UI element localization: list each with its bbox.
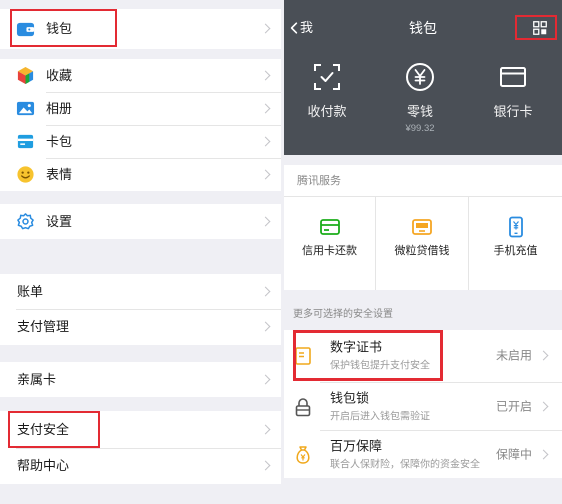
security-settings-list: 数字证书 保护钱包提升支付安全 未启用 钱包锁 开启后进入钱包需验证 已开启 百… [284,330,562,478]
menu-item-wallet[interactable]: 钱包 [0,9,281,49]
mobile-topup-icon [505,216,527,238]
service-label: 手机充值 [493,245,538,257]
wallet-menu-item-bills[interactable]: 账单 [0,274,281,309]
section-heading: 更多可选择的安全设置 [293,309,393,320]
wallet-menu-item-family-card[interactable]: 亲属卡 [0,362,281,397]
bank-card-icon [498,62,528,92]
menu-item-stickers[interactable]: 表情 [0,158,281,191]
tencent-services-header: 腾讯服务 [284,165,562,196]
wallet-menu-item-help-center[interactable]: 帮助中心 [0,448,281,484]
security-item-text: 钱包锁 开启后进入钱包需验证 [330,390,430,423]
menu-item-label: 账单 [17,283,44,299]
status-text: 已开启 [495,399,532,413]
menu-item-label: 表情 [46,166,73,182]
security-item-title: 钱包锁 [330,390,370,405]
service-weilidai-loan[interactable]: 微粒贷借钱 [376,197,468,290]
row-divider [16,309,281,310]
row-divider [16,448,281,449]
security-item-subtitle: 联合人保财险，保障你的资金安全 [330,459,480,470]
wallet-icon [16,20,35,39]
security-item-subtitle: 保护钱包提升支付安全 [330,360,430,372]
action-change-balance[interactable]: 零钱 ¥99.32 [380,62,460,135]
grid-menu-icon [533,21,547,35]
screen: 钱包 收藏 相册 卡包 表情 设置 账单 支付管理 亲属卡 支付安全 帮助中心 … [0,0,562,504]
sticker-icon [16,165,35,184]
action-label: 收付款 [307,104,347,119]
menu-item-album[interactable]: 相册 [0,92,281,125]
certificate-icon [293,346,313,366]
action-label: 银行卡 [493,104,533,119]
chevron-right-icon [260,216,271,226]
chevron-right-icon [260,169,271,179]
wallet-page-panel: 我 钱包 收付款 零钱 ¥99.32 银行卡 腾讯服务 信用卡还款 微粒贷借钱 … [284,0,562,504]
row-divider [46,92,281,93]
menu-item-settings[interactable]: 设置 [0,204,281,239]
chevron-right-icon [260,103,271,113]
wallet-menu-item-payment-security[interactable]: 支付安全 [0,411,281,448]
chevron-right-icon [538,350,549,361]
action-bank-cards[interactable]: 银行卡 [473,62,553,120]
security-item-wallet-lock[interactable]: 钱包锁 开启后进入钱包需验证 已开启 [284,383,562,430]
menu-item-label: 支付管理 [17,319,70,334]
scan-pay-icon [312,62,342,92]
menu-item-favorites[interactable]: 收藏 [0,59,281,92]
menu-item-label: 钱包 [46,21,73,36]
row-divider [46,158,281,159]
more-menu-button[interactable] [532,20,548,36]
service-mobile-topup[interactable]: 手机充值 [469,197,562,290]
status-text: 保障中 [495,447,532,461]
security-item-text: 百万保障 联合人保财险，保障你的资金安全 [330,438,480,471]
yuan-coin-icon [405,62,435,92]
menu-item-label: 帮助中心 [17,458,70,473]
chevron-right-icon [260,321,271,332]
weilidai-loan-icon [411,216,433,238]
security-item-million-guarantee[interactable]: 百万保障 联合人保财险，保障你的资金安全 保障中 [284,431,562,478]
page-title: 钱包 [409,20,437,36]
menu-item-card-pack[interactable]: 卡包 [0,125,281,158]
chevron-right-icon [260,136,271,146]
action-receive-pay[interactable]: 收付款 [287,62,367,120]
insurance-bag-icon [293,445,313,465]
chevron-right-icon [538,401,549,411]
security-item-digital-certificate[interactable]: 数字证书 保护钱包提升支付安全 未启用 [284,330,562,382]
menu-item-label: 卡包 [46,133,73,149]
lock-icon [293,397,313,417]
tencent-services-grid: 信用卡还款 微粒贷借钱 手机充值 [284,197,562,290]
chevron-right-icon [260,374,271,384]
security-item-subtitle: 开启后进入钱包需验证 [330,411,430,422]
chevron-right-icon [260,460,271,471]
chevron-right-icon [260,23,271,34]
chevron-right-icon [260,286,271,296]
menu-item-label: 亲属卡 [17,371,57,387]
menu-item-label: 支付安全 [17,421,70,437]
security-item-title: 百万保障 [330,438,383,453]
menu-item-label: 收藏 [46,67,73,83]
favorites-icon [16,66,35,85]
section-heading: 腾讯服务 [297,174,341,187]
menu-item-label: 设置 [46,213,73,229]
security-item-title: 数字证书 [330,339,383,355]
chevron-right-icon [260,70,271,80]
album-icon [16,99,35,118]
wallet-menu-item-payment-management[interactable]: 支付管理 [0,309,281,345]
chevron-right-icon [538,449,549,459]
service-credit-card-repay[interactable]: 信用卡还款 [284,197,375,290]
me-menu-panel: 钱包 收藏 相册 卡包 表情 设置 账单 支付管理 亲属卡 支付安全 帮助中心 [0,0,281,504]
balance-amount: ¥99.32 [405,123,435,134]
settings-icon [16,212,35,231]
service-label: 微粒贷借钱 [394,245,450,257]
wallet-header: 我 钱包 收付款 零钱 ¥99.32 银行卡 [284,0,562,155]
service-label: 信用卡还款 [302,245,357,257]
credit-card-repay-icon [319,216,341,238]
row-divider [46,125,281,126]
card-pack-icon [16,132,35,151]
menu-item-label: 相册 [46,100,73,116]
security-item-text: 数字证书 保护钱包提升支付安全 [330,340,430,373]
chevron-right-icon [260,424,271,434]
action-label: 零钱 [406,104,433,119]
status-text: 未启用 [495,348,532,363]
